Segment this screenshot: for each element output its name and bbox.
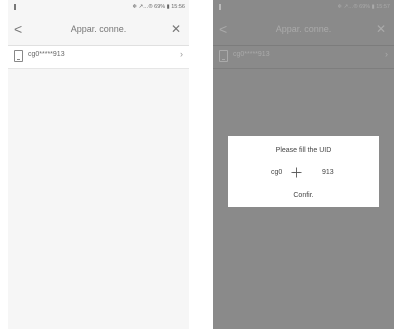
uid-dialog: Please fill the UID cg0 913 Confir.: [228, 136, 379, 207]
confirm-button[interactable]: Confir.: [228, 192, 379, 199]
status-indicators: ❄ ↗…® 69% ▮ 15:56: [132, 4, 185, 10]
chevron-right-icon: ›: [385, 49, 388, 59]
device-list-item[interactable]: cg0*****913 ›: [8, 46, 189, 69]
uid-suffix: 913: [322, 169, 334, 176]
device-name: cg0*****913: [28, 51, 65, 58]
nav-bar: < Appar. conne. ✕: [213, 15, 394, 45]
device-name: cg0*****913: [233, 51, 270, 58]
dialog-title: Please fill the UID: [275, 147, 332, 154]
page-title: Appar. conne.: [275, 24, 332, 34]
notification-icon: [14, 4, 16, 10]
uid-dialog-screen: ❄ ↗…® 69% ▮ 15:57 < Appar. conne. ✕ cg0*…: [213, 0, 394, 329]
device-icon: [14, 50, 23, 62]
device-list-screen: ❄ ↗…® 69% ▮ 15:56 < Appar. conne. ✕ cg0*…: [8, 0, 189, 329]
page-title: Appar. conne.: [70, 24, 127, 34]
nav-bar: < Appar. conne. ✕: [8, 15, 189, 45]
text-cursor-icon: [291, 167, 302, 178]
uid-prefix: cg0: [271, 169, 283, 176]
close-button[interactable]: ✕: [171, 20, 181, 38]
uid-input-field[interactable]: cg0 913: [228, 167, 379, 179]
close-button[interactable]: ✕: [376, 20, 386, 38]
chevron-right-icon: ›: [180, 49, 183, 59]
status-bar: ❄ ↗…® 69% ▮ 15:57: [213, 0, 394, 15]
device-icon: [219, 50, 228, 62]
status-bar: ❄ ↗…® 69% ▮ 15:56: [8, 0, 189, 15]
device-list-item[interactable]: cg0*****913 ›: [213, 46, 394, 69]
notification-icon: [219, 4, 221, 10]
status-indicators: ❄ ↗…® 69% ▮ 15:57: [337, 4, 390, 10]
